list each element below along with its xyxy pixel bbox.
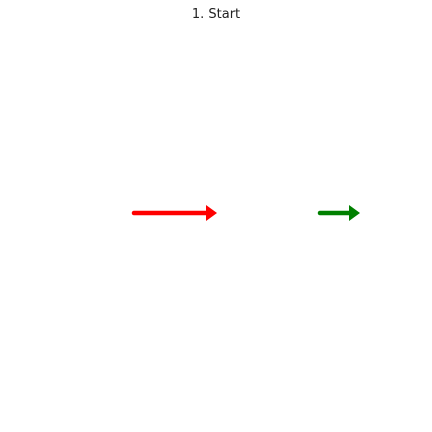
arrows-layer [131,205,360,221]
red-arrow-head [206,205,217,221]
green-arrow [317,205,360,221]
diagram-canvas: 1. Start [0,0,432,432]
green-arrow-head [349,205,360,221]
red-arrow [131,205,217,221]
